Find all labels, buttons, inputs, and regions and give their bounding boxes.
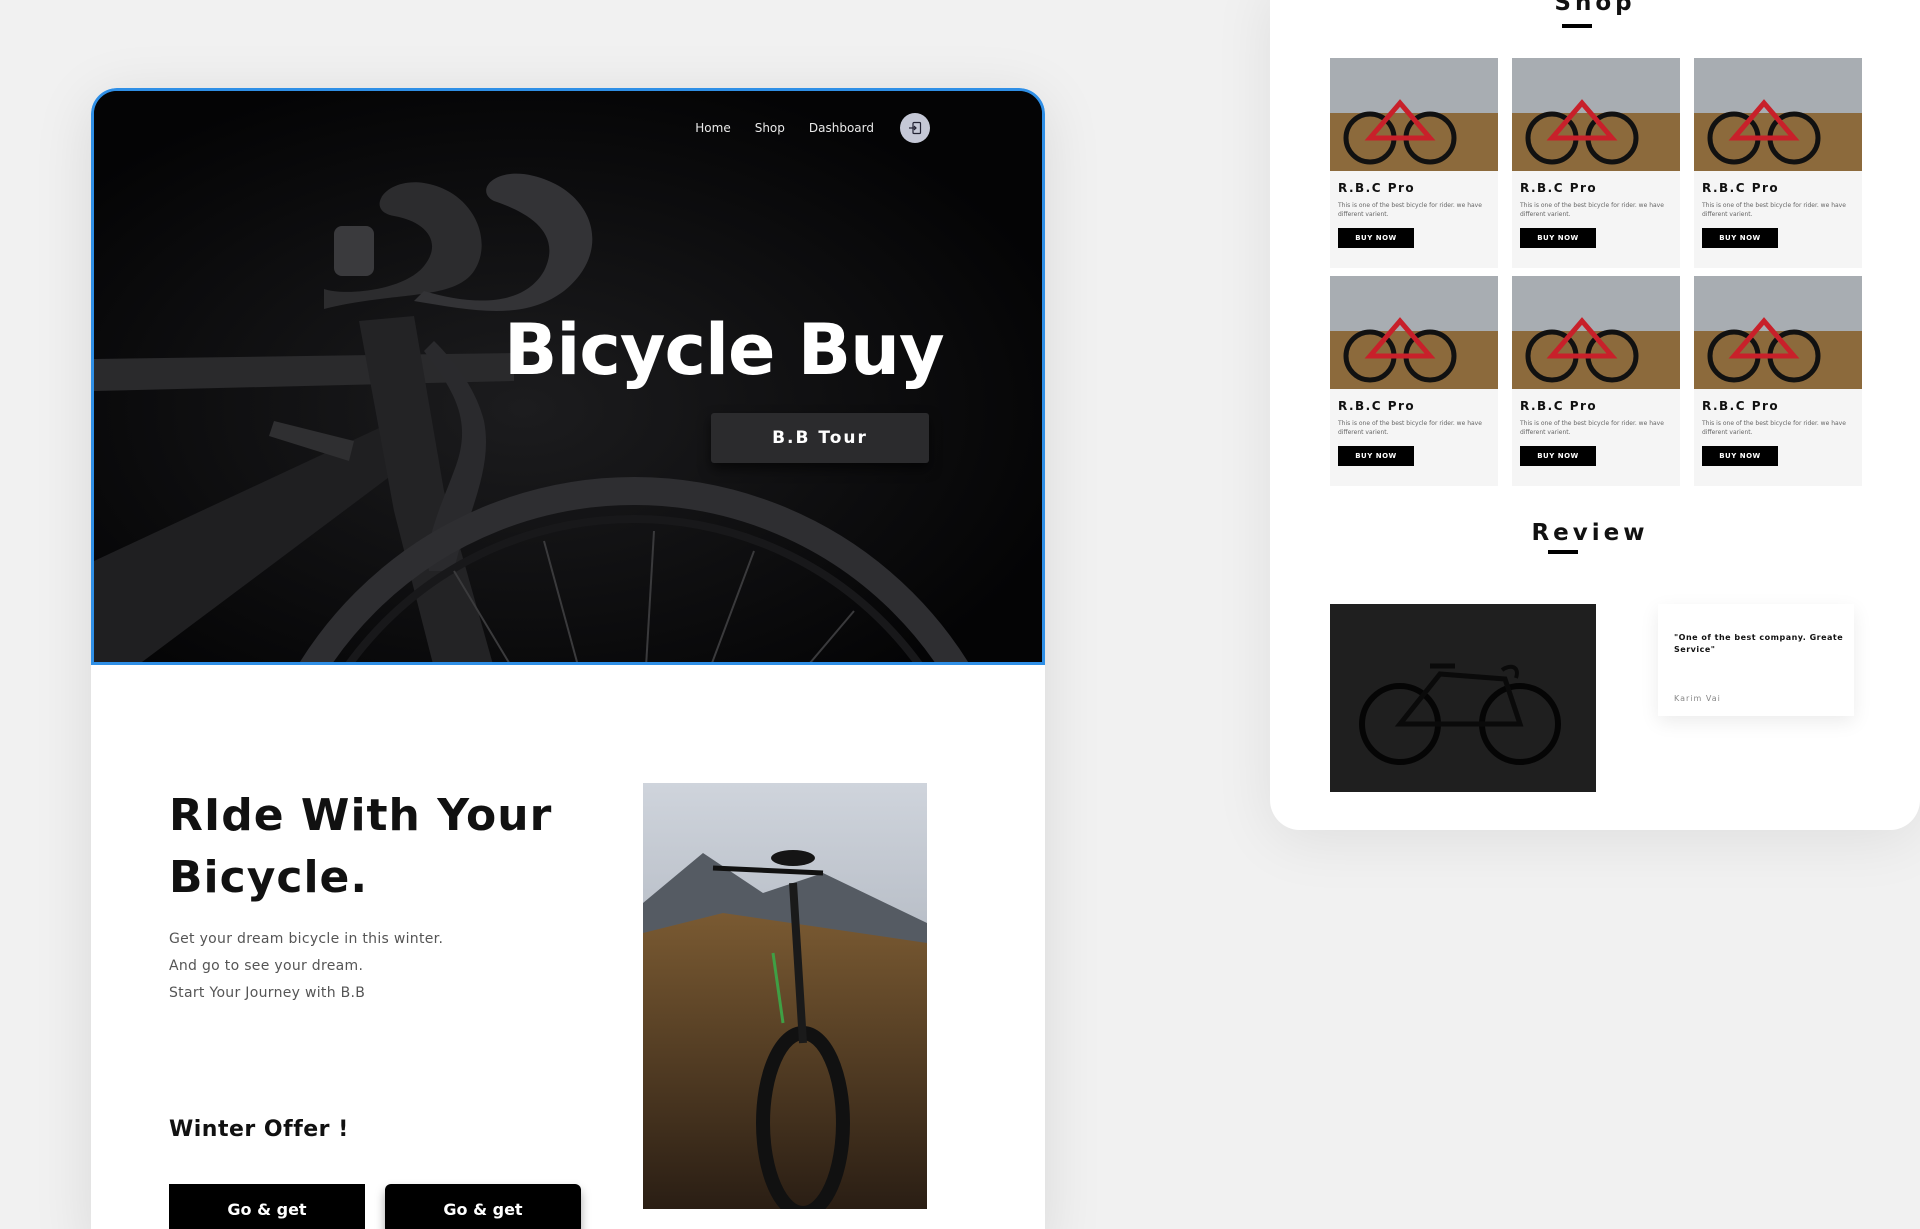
hero-title: Bicycle Buy <box>504 309 945 391</box>
product-description: This is one of the best bicycle for ride… <box>1520 202 1664 218</box>
product-card: R.B.C Pro This is one of the best bicycl… <box>1512 276 1680 486</box>
product-image <box>1330 58 1498 171</box>
go-get-button-secondary[interactable]: Go & get <box>385 1184 581 1229</box>
product-description: This is one of the best bicycle for ride… <box>1338 202 1482 218</box>
top-nav: Home Shop Dashboard <box>695 113 930 143</box>
product-description: This is one of the best bicycle for ride… <box>1338 420 1482 436</box>
tour-button[interactable]: B.B Tour <box>711 413 929 463</box>
shop-title: Shop <box>1554 0 1636 16</box>
testimonial-author: Karim Vai <box>1674 694 1721 703</box>
product-name: R.B.C Pro <box>1702 181 1780 195</box>
buy-now-button[interactable]: BUY NOW <box>1338 446 1414 466</box>
winter-offer-heading: Winter Offer ! <box>169 1117 349 1142</box>
product-name: R.B.C Pro <box>1338 181 1416 195</box>
login-arrow-icon <box>909 121 922 135</box>
intro-title-line1: RIde With Your <box>169 790 553 841</box>
go-get-button-primary[interactable]: Go & get <box>169 1184 365 1229</box>
product-name: R.B.C Pro <box>1520 399 1598 413</box>
product-description: This is one of the best bicycle for ride… <box>1702 202 1846 218</box>
nav-home[interactable]: Home <box>695 121 730 135</box>
product-image <box>1512 276 1680 389</box>
product-card: R.B.C Pro This is one of the best bicycl… <box>1512 58 1680 268</box>
hero-section: Home Shop Dashboard Bicycle Buy B.B Tour <box>91 88 1045 665</box>
intro-text-line3: Start Your Journey with B.B <box>169 985 366 1001</box>
nav-dashboard[interactable]: Dashboard <box>809 121 874 135</box>
buy-now-button[interactable]: BUY NOW <box>1702 446 1778 466</box>
product-description: This is one of the best bicycle for ride… <box>1520 420 1664 436</box>
product-image <box>1512 58 1680 171</box>
product-image <box>1694 58 1862 171</box>
product-image <box>1694 276 1862 389</box>
review-title: Review <box>1531 520 1649 546</box>
buy-now-button[interactable]: BUY NOW <box>1338 228 1414 248</box>
product-name: R.B.C Pro <box>1702 399 1780 413</box>
product-name: R.B.C Pro <box>1338 399 1416 413</box>
shop-title-underline <box>1562 24 1592 28</box>
landing-page-card: Home Shop Dashboard Bicycle Buy B.B Tour… <box>91 88 1045 1229</box>
nav-shop[interactable]: Shop <box>755 121 785 135</box>
shop-page-card: Shop R.B.C Pro This is one of the best b… <box>1270 0 1920 830</box>
intro-text-line1: Get your dream bicycle in this winter. <box>169 931 444 947</box>
mountain-bike-photo <box>643 783 927 1209</box>
intro-text-line2: And go to see your dream. <box>169 958 364 974</box>
intro-title-line2: Bicycle. <box>169 852 369 903</box>
product-card: R.B.C Pro This is one of the best bicycl… <box>1694 276 1862 486</box>
testimonial-card: "One of the best company. Greate Service… <box>1658 604 1854 716</box>
product-card: R.B.C Pro This is one of the best bicycl… <box>1330 58 1498 268</box>
product-name: R.B.C Pro <box>1520 181 1598 195</box>
intro-title: RIde With Your Bicycle. <box>169 785 589 909</box>
buy-now-button[interactable]: BUY NOW <box>1520 228 1596 248</box>
review-title-underline <box>1548 550 1578 554</box>
road-bike-photo <box>1330 604 1596 792</box>
buy-now-button[interactable]: BUY NOW <box>1520 446 1596 466</box>
product-card: R.B.C Pro This is one of the best bicycl… <box>1330 276 1498 486</box>
login-button[interactable] <box>900 113 930 143</box>
product-description: This is one of the best bicycle for ride… <box>1702 420 1846 436</box>
buy-now-button[interactable]: BUY NOW <box>1702 228 1778 248</box>
testimonial-quote: "One of the best company. Greate Service… <box>1674 633 1844 654</box>
product-card: R.B.C Pro This is one of the best bicycl… <box>1694 58 1862 268</box>
product-image <box>1330 276 1498 389</box>
